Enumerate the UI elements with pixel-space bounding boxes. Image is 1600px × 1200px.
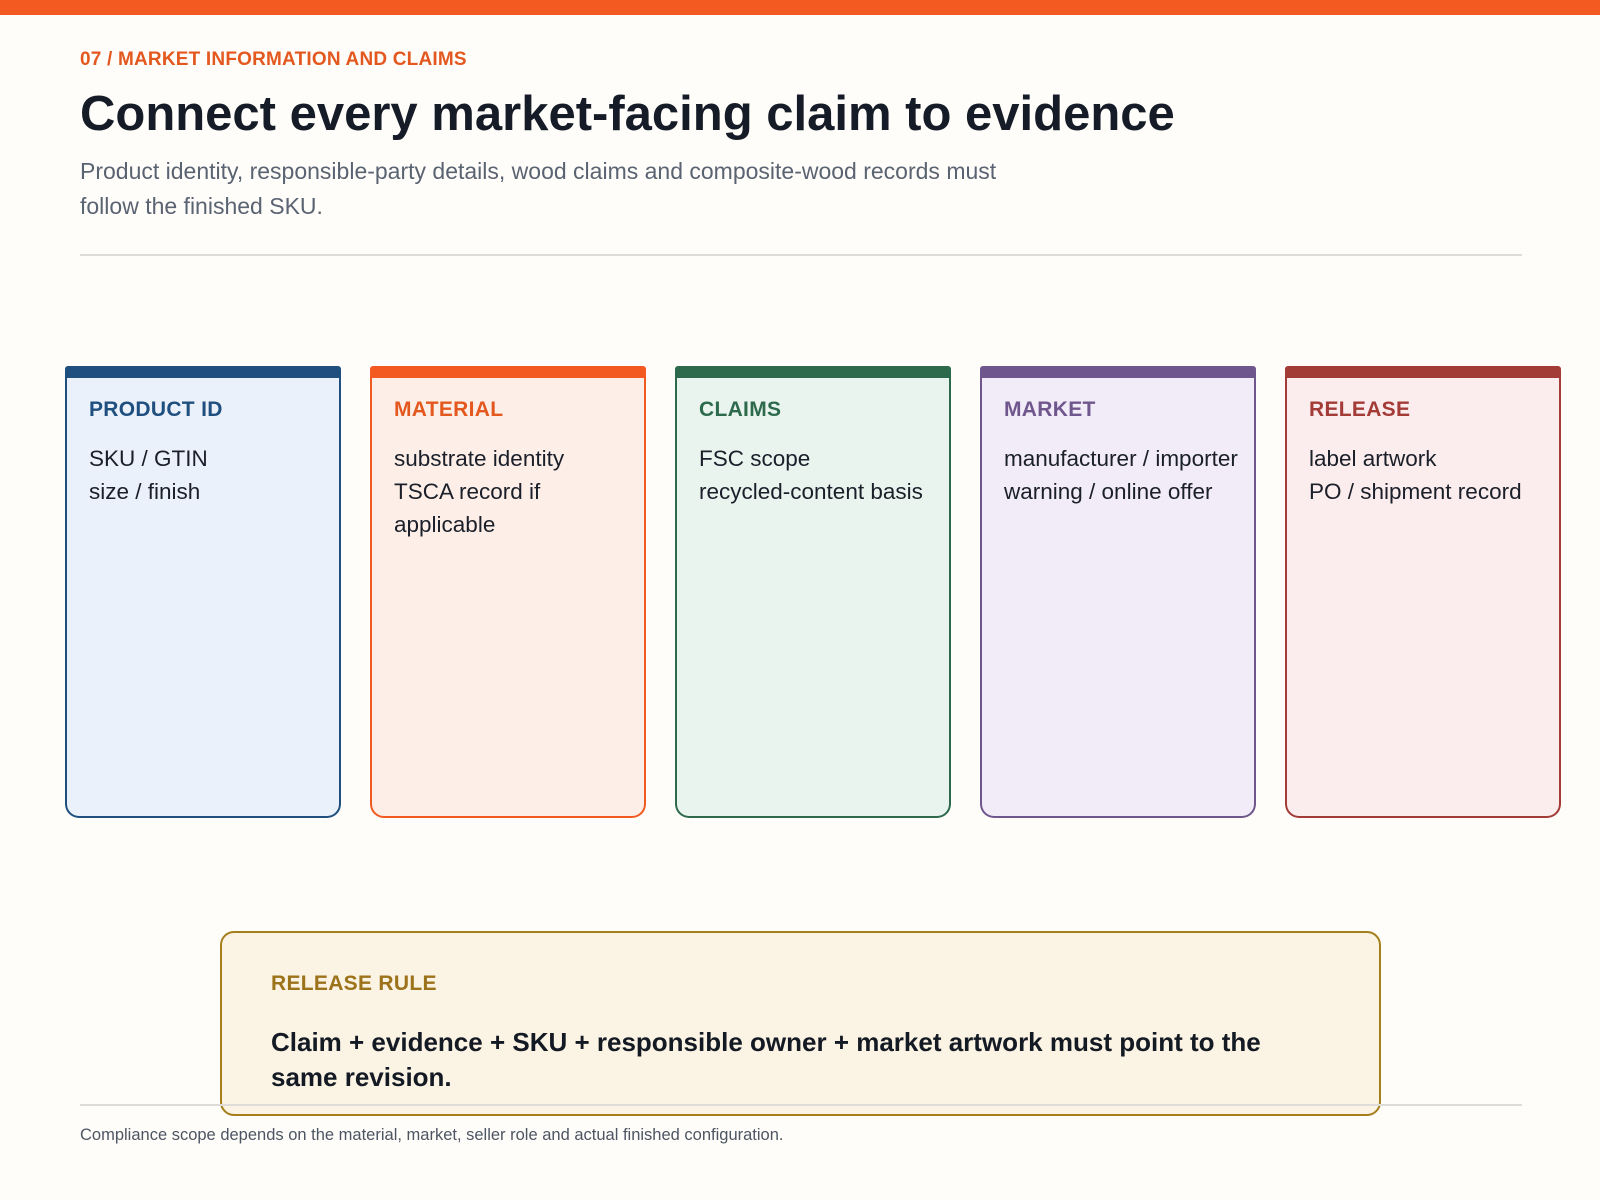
card-line: warning / online offer: [1004, 479, 1213, 504]
card-title: PRODUCT ID: [89, 398, 223, 421]
section-eyebrow: 07 / MARKET INFORMATION AND CLAIMS: [80, 49, 467, 70]
footnote: Compliance scope depends on the material…: [80, 1126, 784, 1144]
release-rule-box: RELEASE RULE Claim + evidence + SKU + re…: [220, 931, 1381, 1116]
page-subtitle: Product identity, responsible-party deta…: [80, 158, 997, 219]
card-line: manufacturer / importer: [1004, 446, 1238, 471]
card-title: MARKET: [1004, 398, 1096, 421]
card-line: label artwork: [1309, 446, 1437, 471]
card-line: TSCA record if applicable: [394, 479, 541, 537]
card-title: MATERIAL: [394, 398, 504, 421]
card-body: FSC scope recycled-content basis: [699, 442, 944, 508]
card-body: substrate identity TSCA record if applica…: [394, 442, 639, 541]
card-product-id: PRODUCT ID SKU / GTIN size / finish: [65, 366, 341, 818]
card-release: RELEASE label artwork PO / shipment record: [1285, 366, 1561, 818]
card-material: MATERIAL substrate identity TSCA record if…: [370, 366, 646, 818]
footer-divider: [80, 1104, 1522, 1106]
card-market: MARKET manufacturer / importer warning / o…: [980, 366, 1256, 818]
card-body: label artwork PO / shipment record: [1309, 442, 1554, 508]
top-accent-bar: [0, 0, 1600, 15]
card-claims: CLAIMS FSC scope recycled-content basis: [675, 366, 951, 818]
card-title: RELEASE: [1309, 398, 1411, 421]
release-rule-label: RELEASE RULE: [271, 972, 437, 995]
page-title: Connect every market-facing claim to evi…: [80, 87, 1175, 141]
card-line: SKU / GTIN: [89, 446, 208, 471]
card-line: FSC scope: [699, 446, 811, 471]
card-line: recycled-content basis: [699, 479, 923, 504]
release-rule-text: Claim + evidence + SKU + responsible own…: [271, 1027, 1261, 1092]
card-body: manufacturer / importer warning / online …: [1004, 442, 1249, 508]
card-body: SKU / GTIN size / finish: [89, 442, 334, 508]
card-title: CLAIMS: [699, 398, 782, 421]
card-line: size / finish: [89, 479, 201, 504]
header-divider: [80, 254, 1522, 256]
card-line: PO / shipment record: [1309, 479, 1522, 504]
card-line: substrate identity: [394, 446, 565, 471]
